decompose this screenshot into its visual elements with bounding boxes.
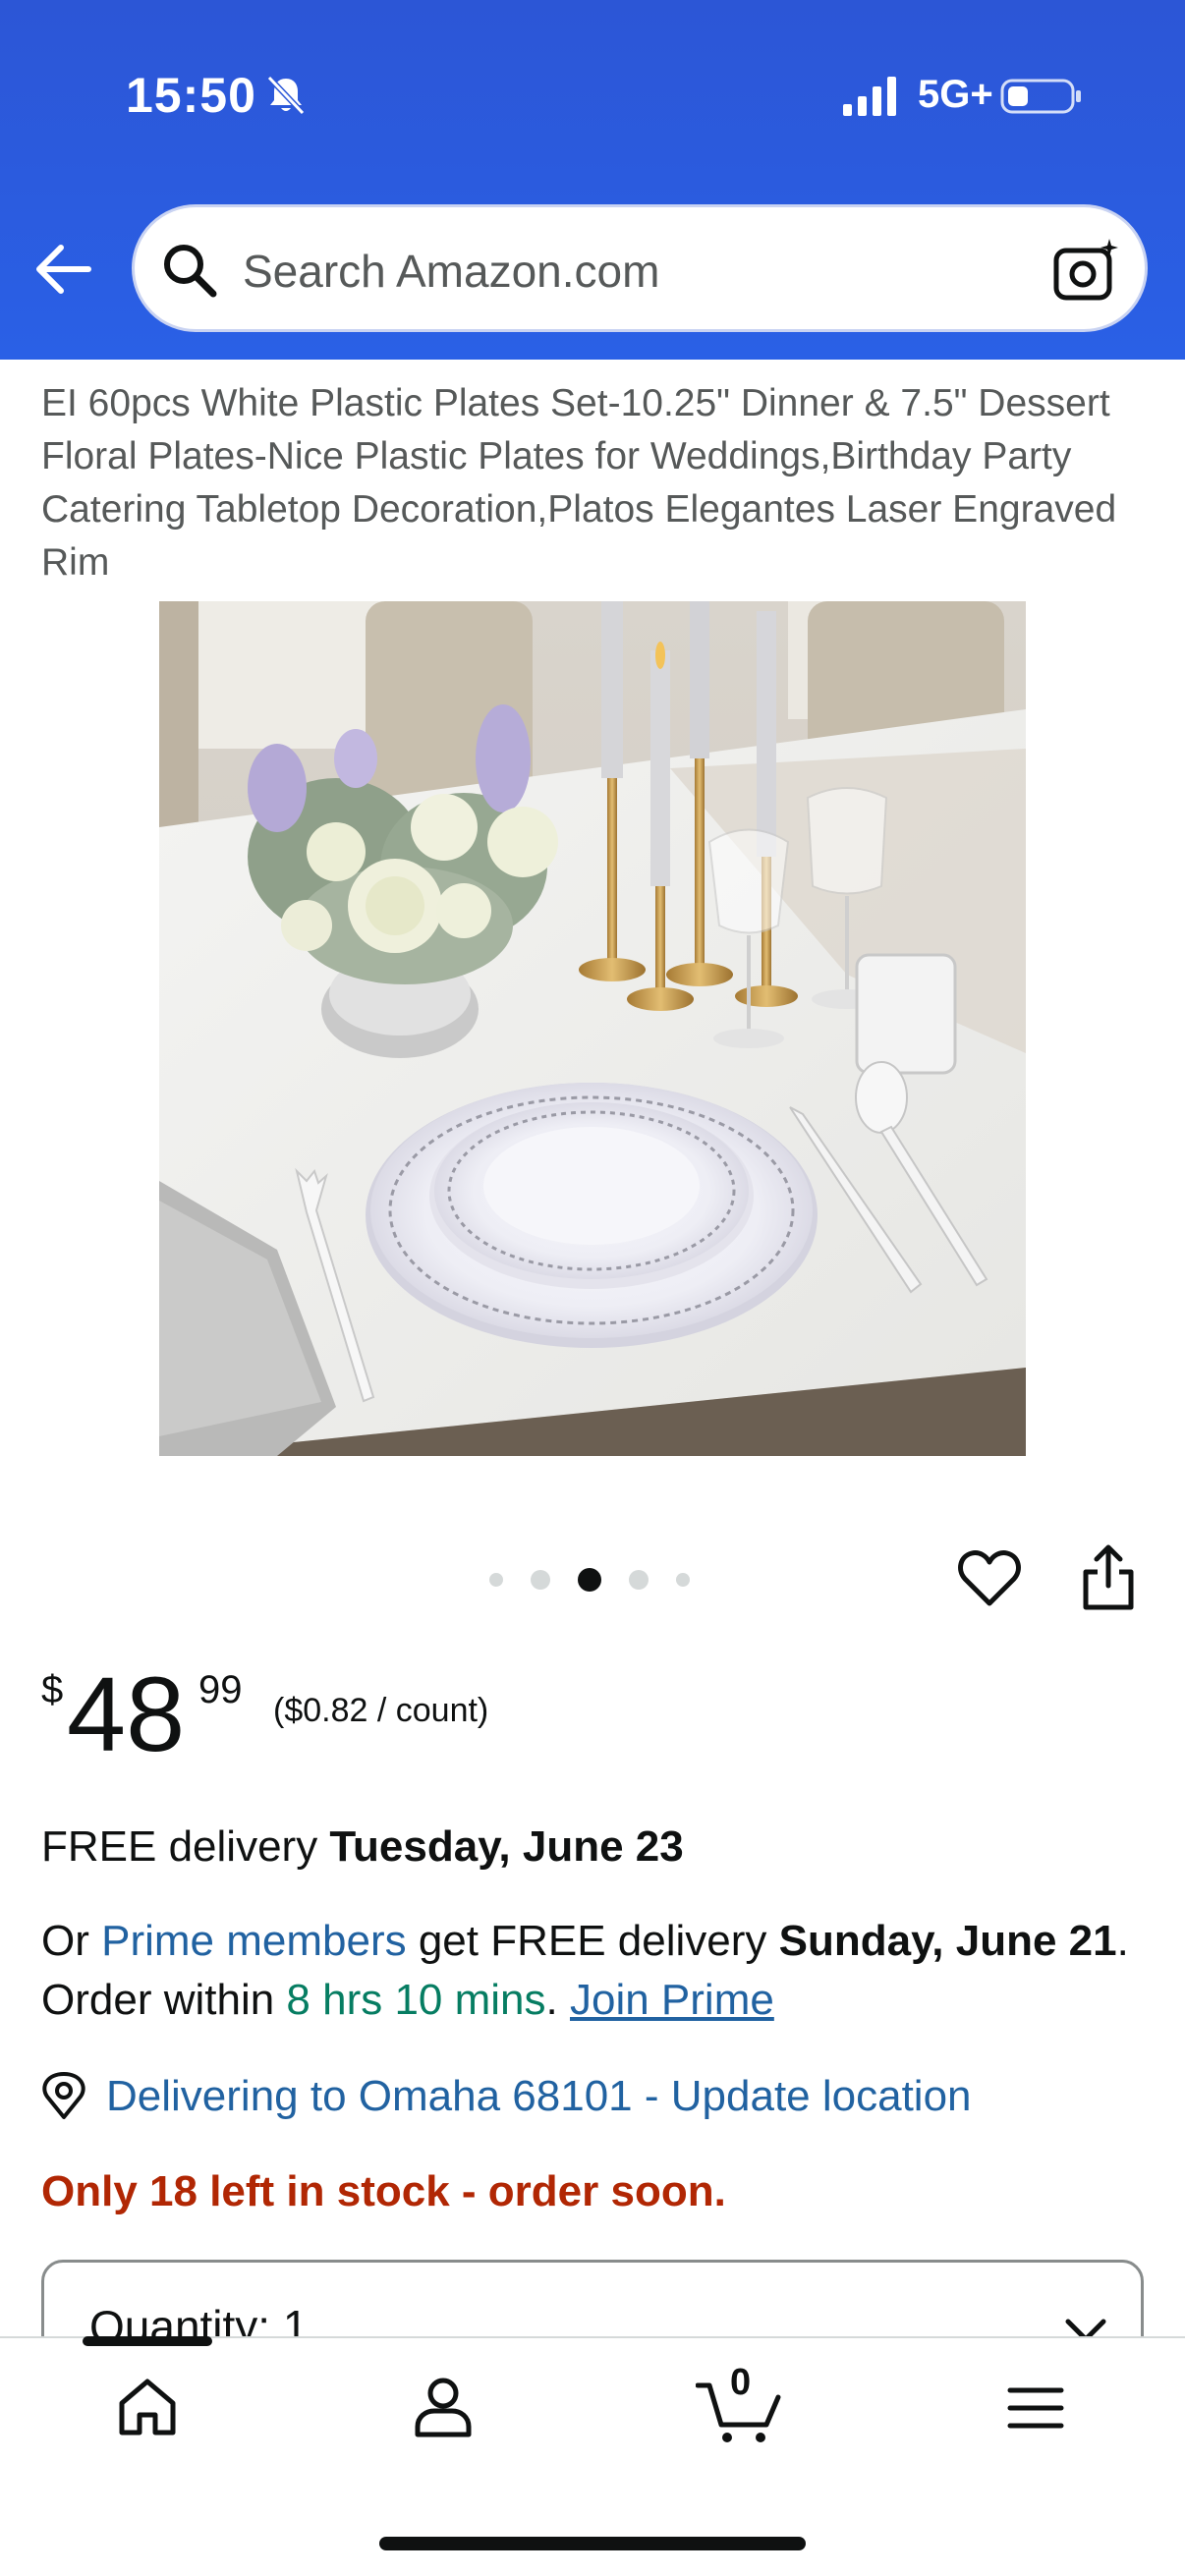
- or-text: Or: [41, 1917, 102, 1965]
- cart-count: 0: [730, 2362, 752, 2403]
- active-tab-indicator: [83, 2336, 212, 2346]
- camera-search-icon[interactable]: [1052, 237, 1121, 304]
- location-pin-icon: [42, 2072, 85, 2119]
- share-icon[interactable]: [1081, 1544, 1136, 1611]
- product-image[interactable]: [159, 601, 1026, 1456]
- prime-delivery-date: Sunday, June 21: [778, 1917, 1117, 1965]
- carousel-dot[interactable]: [531, 1570, 550, 1590]
- prime-text: get FREE delivery: [406, 1917, 779, 1965]
- image-carousel-dots[interactable]: [489, 1568, 690, 1592]
- bell-off-icon: [266, 75, 306, 116]
- signal-icon: [843, 77, 896, 116]
- search-input[interactable]: Search Amazon.com: [243, 245, 659, 298]
- search-icon: [164, 245, 217, 298]
- price-whole: 48: [67, 1654, 186, 1773]
- table-setting-illustration: [159, 601, 1026, 1456]
- product-title[interactable]: EI 60pcs White Plastic Plates Set-10.25"…: [41, 377, 1132, 589]
- join-prime-link[interactable]: Join Prime: [570, 1976, 774, 2024]
- network-label: 5G+: [918, 73, 993, 116]
- home-indicator[interactable]: [379, 2537, 806, 2550]
- delivery-location-link[interactable]: Delivering to Omaha 68101 - Update locat…: [106, 2067, 972, 2126]
- battery-icon: [1000, 79, 1081, 114]
- status-time: 15:50: [126, 68, 256, 123]
- unit-price: ($0.82 / count): [273, 1692, 489, 1729]
- stock-warning: Only 18 left in stock - order soon.: [41, 2167, 726, 2215]
- top-header: 15:50 5G+ Search Amazon.com: [0, 0, 1185, 360]
- menu-icon[interactable]: [1006, 2385, 1065, 2431]
- search-bar[interactable]: Search Amazon.com: [132, 204, 1148, 332]
- home-icon[interactable]: [116, 2376, 179, 2438]
- carousel-dot-active[interactable]: [578, 1568, 601, 1592]
- carousel-dot[interactable]: [489, 1573, 503, 1587]
- free-delivery-line: FREE delivery Tuesday, June 23: [41, 1818, 684, 1876]
- free-delivery-date: Tuesday, June 23: [329, 1822, 684, 1871]
- prime-members-link[interactable]: Prime members: [101, 1917, 407, 1965]
- price-currency: $: [41, 1668, 64, 1711]
- price-fraction: 99: [198, 1668, 243, 1711]
- back-arrow-icon[interactable]: [33, 242, 94, 297]
- account-icon[interactable]: [413, 2376, 474, 2438]
- order-countdown: 8 hrs 10 mins: [286, 1976, 546, 2024]
- prime-delivery-line: Or Prime members get FREE delivery Sunda…: [41, 1912, 1152, 2030]
- heart-icon[interactable]: [957, 1548, 1022, 1609]
- carousel-dot[interactable]: [629, 1570, 649, 1590]
- carousel-dot[interactable]: [676, 1573, 690, 1587]
- period: .: [545, 1976, 570, 2024]
- free-delivery-text: FREE delivery: [41, 1822, 330, 1871]
